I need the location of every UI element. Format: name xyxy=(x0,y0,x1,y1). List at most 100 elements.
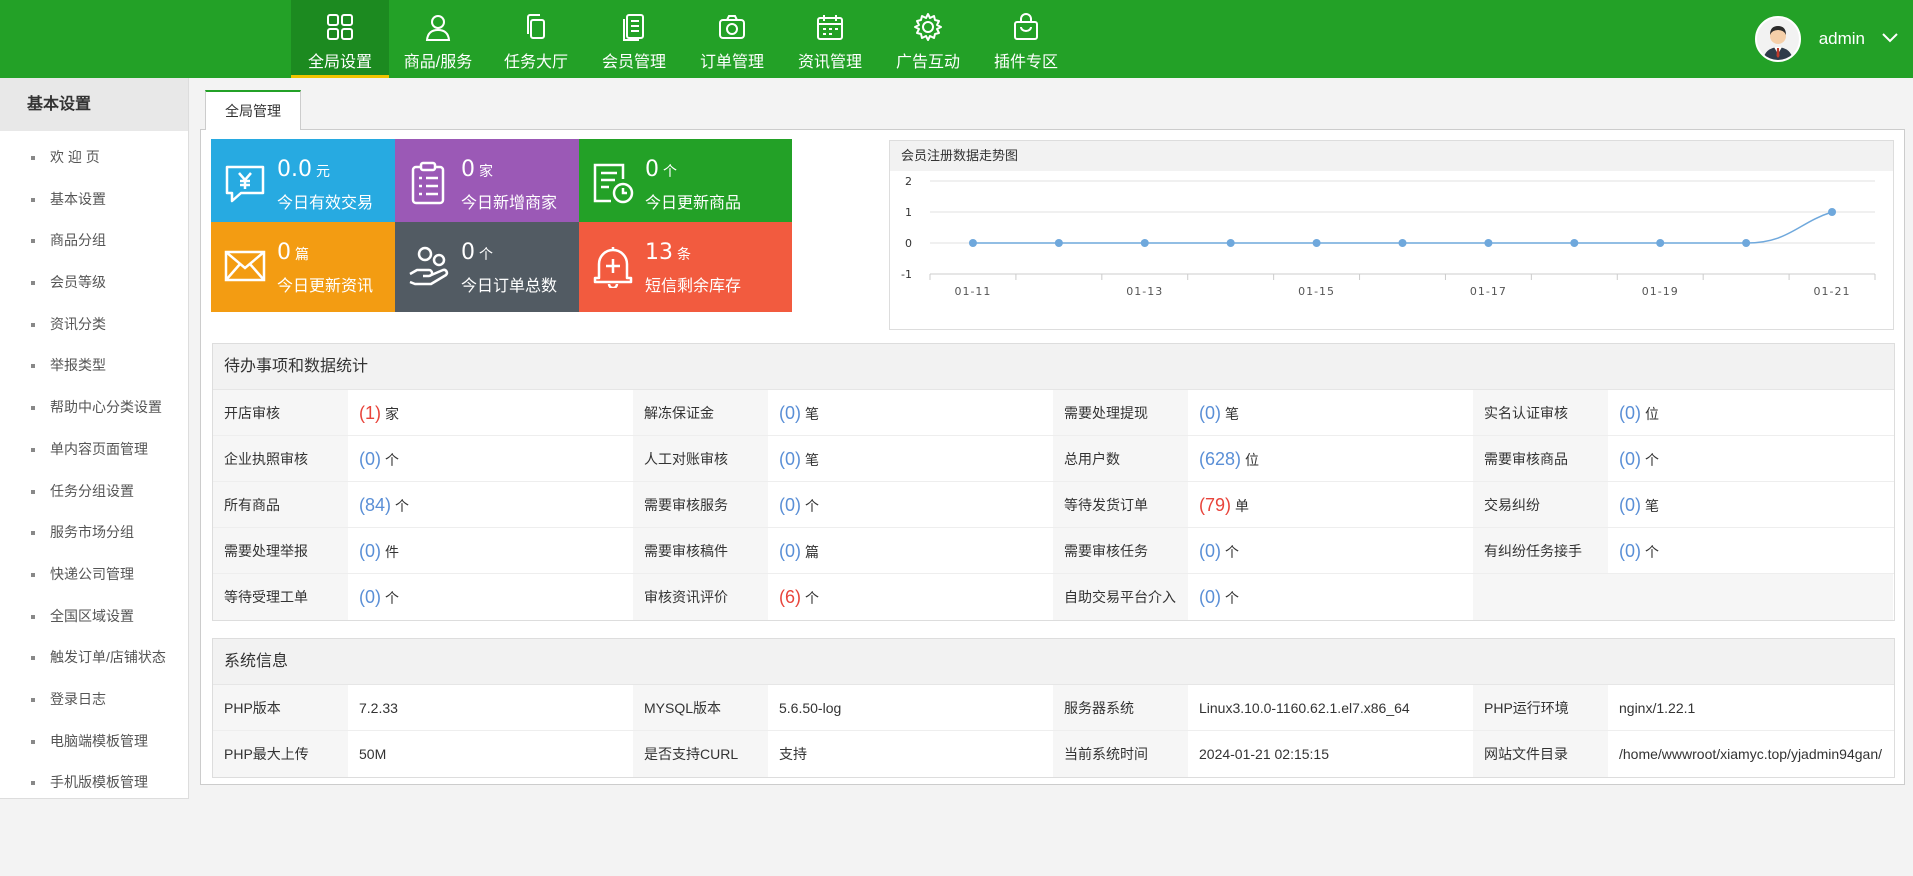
stat-card[interactable]: 0 个今日订单总数 xyxy=(395,222,608,312)
document-icon xyxy=(619,12,649,42)
money-chat-icon xyxy=(223,161,267,205)
sidebar-item[interactable]: 电脑端模板管理 xyxy=(0,721,188,763)
nav-item-document[interactable]: 会员管理 xyxy=(585,0,683,78)
sidebar-item[interactable]: 帮助中心分类设置 xyxy=(0,387,188,429)
sidebar-item[interactable]: 服务市场分组 xyxy=(0,512,188,554)
stat-card[interactable]: 13 条短信剩余库存 xyxy=(579,222,792,312)
sidebar-item[interactable]: 举报类型 xyxy=(0,345,188,387)
bullet-icon xyxy=(31,656,35,661)
sidebar-item[interactable]: 单内容页面管理 xyxy=(0,429,188,471)
unit: 件 xyxy=(385,544,399,560)
sidebar-item[interactable]: 欢 迎 页 xyxy=(0,137,188,179)
todo-section: 待办事项和数据统计 开店审核 (1) 家解冻保证金 (0) 笔需要处理提现 (0) 笔实名认… xyxy=(212,343,1895,621)
bullet-icon xyxy=(31,614,35,619)
count-link[interactable]: (0) xyxy=(359,449,381,469)
stat-value[interactable]: (84) 个 xyxy=(348,482,633,527)
stat-value[interactable]: (79) 单 xyxy=(1188,482,1473,527)
stat-card[interactable]: 0 个今日更新商品 xyxy=(579,139,792,229)
stat-label: 解冻保证金 xyxy=(633,390,768,435)
stat-value[interactable]: (0) 位 xyxy=(1608,390,1893,435)
stat-value[interactable]: (0) 个 xyxy=(1608,436,1893,481)
stat-value[interactable]: (0) 个 xyxy=(1188,528,1473,573)
stat-value: 13 条 xyxy=(645,240,691,265)
table-row: PHP版本 7.2.33 MYSQL版本 5.6.50-log 服务器系统 Linux3.… xyxy=(213,685,1894,731)
count-link[interactable]: (0) xyxy=(779,449,801,469)
stat-card[interactable]: 0.0 元今日有效交易 xyxy=(211,139,424,229)
table-row: 企业执照审核 (0) 个人工对账审核 (0) 笔总用户数 (628) 位需要审核商品 (0) 个 xyxy=(213,436,1894,482)
count-link[interactable]: (79) xyxy=(1199,495,1231,515)
info-value: 支持 xyxy=(779,746,807,762)
stat-value[interactable]: (0) 篇 xyxy=(768,528,1053,573)
data-point xyxy=(1054,239,1063,247)
stat-value[interactable]: (0) 笔 xyxy=(1188,390,1473,435)
unit: 笔 xyxy=(805,406,819,422)
sidebar-item[interactable]: 基本设置 xyxy=(0,179,188,221)
sidebar-item[interactable]: 商品分组 xyxy=(0,220,188,262)
nav-item-gear[interactable]: 广告互动 xyxy=(879,0,977,78)
stat-card[interactable]: 0 篇今日更新资讯 xyxy=(211,222,424,312)
stat-value[interactable]: (1) 家 xyxy=(348,390,633,435)
bullet-icon xyxy=(31,406,35,411)
stat-value[interactable]: (628) 位 xyxy=(1188,436,1473,481)
count-link[interactable]: (0) xyxy=(359,541,381,561)
stat-value[interactable]: (0) 个 xyxy=(348,574,633,620)
stat-value[interactable]: (6) 个 xyxy=(768,574,1053,620)
count-link[interactable]: (628) xyxy=(1199,449,1241,469)
sidebar-item[interactable]: 任务分组设置 xyxy=(0,471,188,513)
stat-label: 开店审核 xyxy=(213,390,348,435)
info-value: nginx/1.22.1 xyxy=(1619,700,1696,716)
count-link[interactable]: (0) xyxy=(779,403,801,423)
nav-item-user[interactable]: 商品/服务 xyxy=(389,0,487,78)
count-link[interactable]: (0) xyxy=(359,587,381,607)
table-row: 开店审核 (1) 家解冻保证金 (0) 笔需要处理提现 (0) 笔实名认证审核 (0) 位 xyxy=(213,390,1894,436)
chart-title: 会员注册数据走势图 xyxy=(890,141,1893,171)
sidebar-item-label: 任务分组设置 xyxy=(50,482,134,499)
stat-value[interactable]: (0) 件 xyxy=(348,528,633,573)
user-menu[interactable]: admin xyxy=(1754,15,1899,63)
nav-item-calendar[interactable]: 资讯管理 xyxy=(781,0,879,78)
nav-item-bag[interactable]: 插件专区 xyxy=(977,0,1075,78)
sidebar-item[interactable]: 快递公司管理 xyxy=(0,554,188,596)
avatar xyxy=(1754,16,1801,62)
sidebar-item[interactable]: 触发订单/店铺状态 xyxy=(0,637,188,679)
count-link[interactable]: (1) xyxy=(359,403,381,423)
count-link[interactable]: (0) xyxy=(1619,541,1641,561)
sidebar-item[interactable]: 会员等级 xyxy=(0,262,188,304)
sidebar-item[interactable]: 全国区域设置 xyxy=(0,596,188,638)
stat-value[interactable]: (0) 笔 xyxy=(1608,482,1893,527)
count-link[interactable]: (6) xyxy=(779,587,801,607)
stat-value[interactable]: (0) 个 xyxy=(1608,528,1893,573)
count-link[interactable]: (0) xyxy=(779,541,801,561)
bullet-icon xyxy=(31,364,35,369)
count-link[interactable]: (84) xyxy=(359,495,391,515)
stat-value[interactable]: (0) 个 xyxy=(768,482,1053,527)
count-link[interactable]: (0) xyxy=(1199,403,1221,423)
sidebar-item[interactable]: 登录日志 xyxy=(0,679,188,721)
stat-value[interactable]: (0) 笔 xyxy=(768,436,1053,481)
count-link[interactable]: (0) xyxy=(1619,403,1641,423)
count-link[interactable]: (0) xyxy=(779,495,801,515)
nav-item-copy[interactable]: 任务大厅 xyxy=(487,0,585,78)
stat-card[interactable]: 0 家今日新增商家 xyxy=(395,139,608,229)
sidebar-item-label: 快递公司管理 xyxy=(50,565,134,582)
stat-number: 0 xyxy=(461,240,475,265)
y-tick-label: -1 xyxy=(901,268,912,281)
sidebar-item[interactable]: 资讯分类 xyxy=(0,304,188,346)
nav-item-camera[interactable]: 订单管理 xyxy=(683,0,781,78)
count-link[interactable]: (0) xyxy=(1199,541,1221,561)
count-link[interactable]: (0) xyxy=(1619,449,1641,469)
x-tick-label: 01-15 xyxy=(1298,285,1335,298)
chevron-down-icon xyxy=(1881,31,1899,47)
count-link[interactable]: (0) xyxy=(1199,587,1221,607)
stat-value: 0.0 元 xyxy=(277,157,330,182)
sidebar-item[interactable]: 手机版模板管理 xyxy=(0,762,188,804)
stat-label: 需要审核稿件 xyxy=(633,528,768,573)
stat-value[interactable]: (0) 个 xyxy=(348,436,633,481)
nav-item-grid[interactable]: 全局设置 xyxy=(291,0,389,78)
stat-value[interactable]: (0) 笔 xyxy=(768,390,1053,435)
tab-global-management[interactable]: 全局管理 xyxy=(205,90,301,130)
stat-value[interactable]: (0) 个 xyxy=(1188,574,1473,620)
info-value: /home/wwwroot/xiamyc.top/yjadmin94gan/ xyxy=(1619,746,1883,762)
count-link[interactable]: (0) xyxy=(1619,495,1641,515)
nav-label: 会员管理 xyxy=(601,54,666,71)
